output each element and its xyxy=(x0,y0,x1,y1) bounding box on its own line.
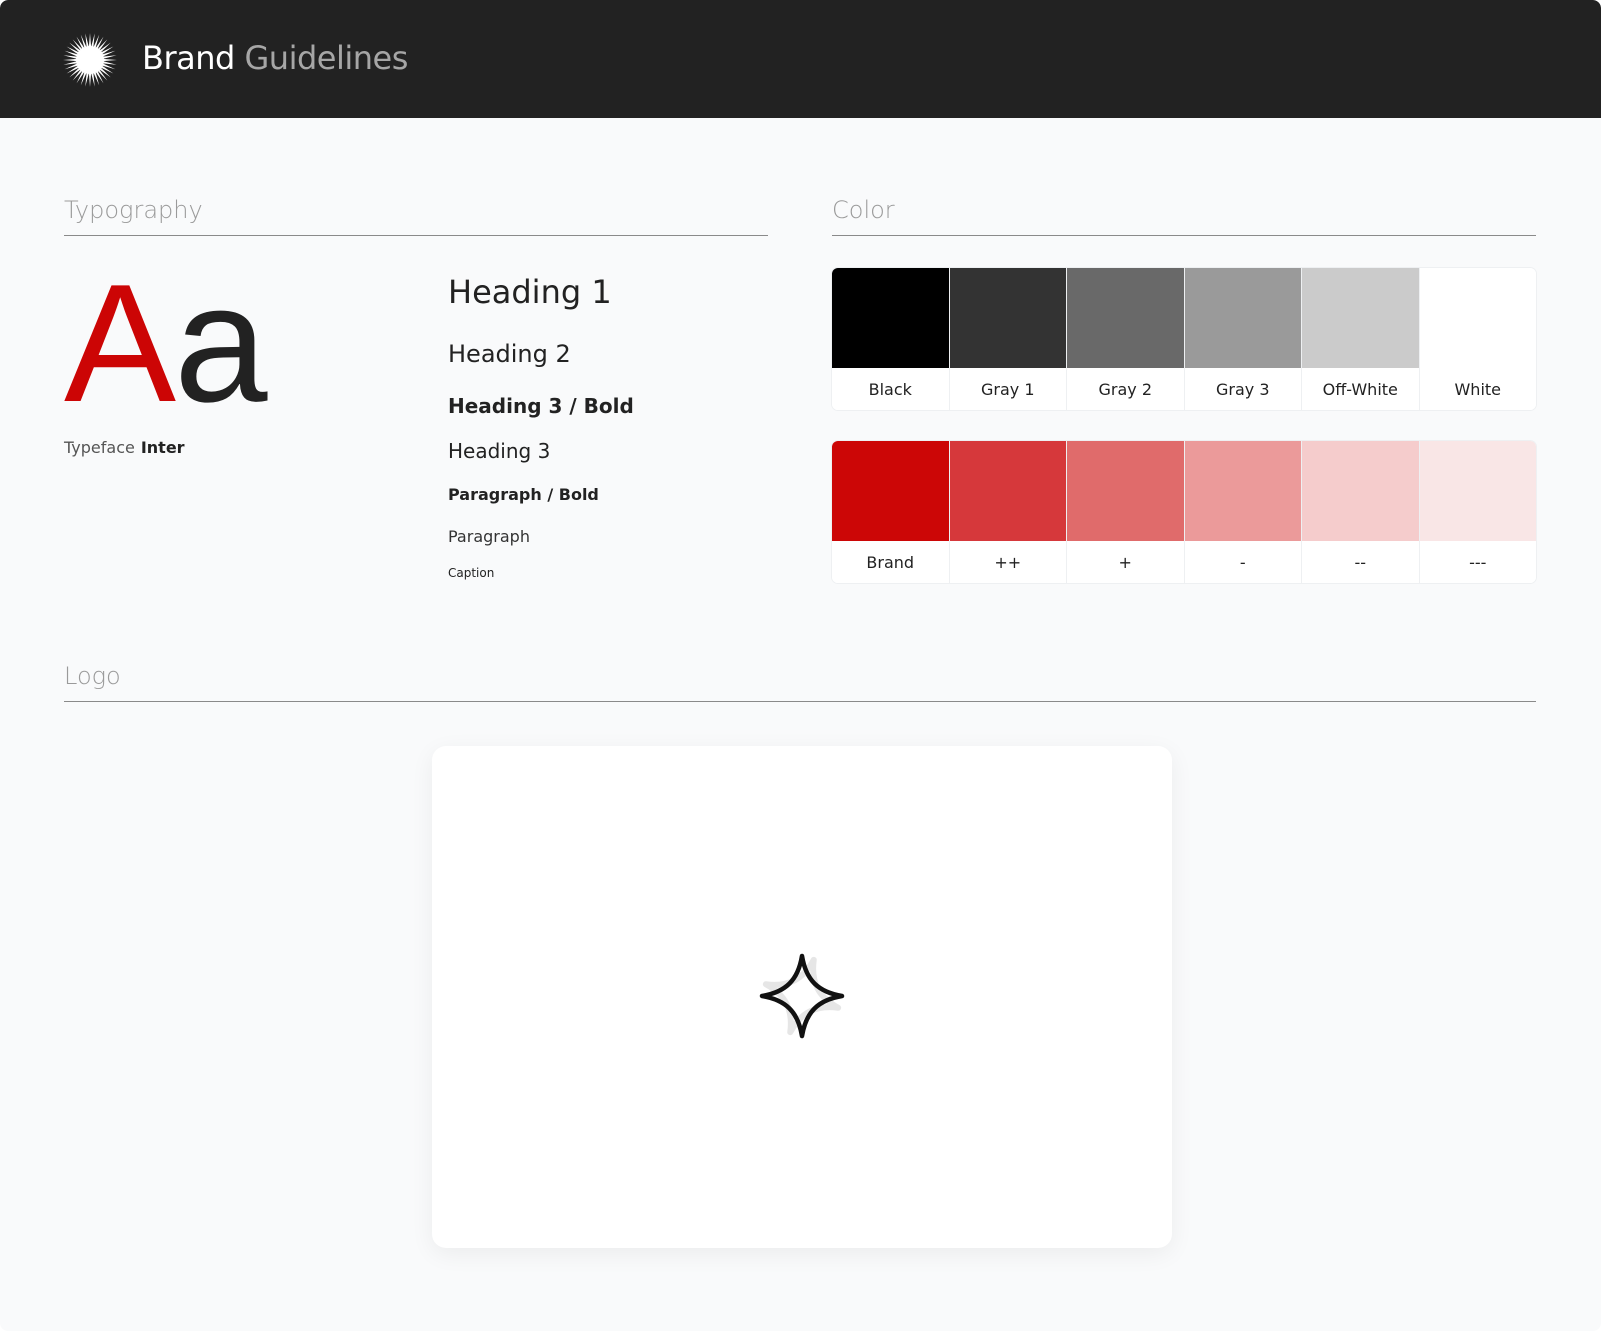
swatch-chip xyxy=(1419,268,1536,368)
paragraph-bold-sample: Paragraph / Bold xyxy=(448,485,599,504)
swatch-chip xyxy=(1184,441,1301,541)
swatch-black: Black xyxy=(832,268,950,410)
caption-sample: Caption xyxy=(448,566,495,580)
sparkle-outline-icon xyxy=(759,953,845,1039)
swatch-gray-1: Gray 1 xyxy=(949,268,1067,410)
typeface-label: Typeface xyxy=(64,438,135,457)
heading3-bold-sample: Heading 3 / Bold xyxy=(448,394,634,418)
heading1-sample: Heading 1 xyxy=(448,273,612,311)
swatch-brand-plus: + xyxy=(1067,441,1185,583)
typeface-name: Inter xyxy=(140,438,185,457)
header-bar: Brand Guidelines xyxy=(0,0,1601,118)
swatch-chip xyxy=(1184,268,1301,368)
typeface-specimen: Aa xyxy=(64,259,268,427)
swatch-chip xyxy=(832,268,949,368)
logo-card xyxy=(432,746,1172,1248)
paragraph-sample: Paragraph xyxy=(448,527,530,546)
color-section-title: Color xyxy=(832,196,895,224)
swatch-chip xyxy=(1302,441,1419,541)
starburst-icon xyxy=(63,33,117,87)
page-title-primary: Brand xyxy=(142,39,235,77)
swatch-chip xyxy=(1067,441,1184,541)
swatch-label: ++ xyxy=(949,541,1066,583)
swatch-label: Black xyxy=(832,368,949,410)
swatch-brand-minus: - xyxy=(1184,441,1302,583)
page-title: Brand Guidelines xyxy=(142,38,408,78)
typography-divider xyxy=(64,235,768,236)
swatch-label: Gray 3 xyxy=(1184,368,1301,410)
brand-guidelines-page: Brand Guidelines Typography Aa Typeface I… xyxy=(0,0,1601,1331)
swatch-label: White xyxy=(1419,368,1536,410)
heading3-sample: Heading 3 xyxy=(448,439,551,463)
typography-section-title: Typography xyxy=(64,196,203,224)
typeface-info: Typeface Inter xyxy=(64,438,185,458)
swatch-label: - xyxy=(1184,541,1301,583)
swatch-gray-2: Gray 2 xyxy=(1067,268,1185,410)
swatch-label: Gray 2 xyxy=(1067,368,1184,410)
specimen-lowercase: a xyxy=(174,249,267,437)
swatch-brand: Brand xyxy=(832,441,950,583)
starburst-core xyxy=(76,46,104,74)
swatch-gray-3: Gray 3 xyxy=(1184,268,1302,410)
neutral-palette: Black Gray 1 Gray 2 Gray 3 Off-White Whi… xyxy=(832,268,1536,410)
heading2-sample: Heading 2 xyxy=(448,340,571,368)
logo-section-title: Logo xyxy=(64,662,121,690)
swatch-chip xyxy=(949,441,1066,541)
swatch-chip xyxy=(1067,268,1184,368)
specimen-uppercase: A xyxy=(64,249,176,437)
swatch-label: --- xyxy=(1419,541,1536,583)
swatch-chip xyxy=(1302,268,1419,368)
page-title-secondary: Guidelines xyxy=(244,39,408,77)
swatch-label: Brand xyxy=(832,541,949,583)
swatch-label: -- xyxy=(1302,541,1419,583)
swatch-label: + xyxy=(1067,541,1184,583)
swatch-label: Off-White xyxy=(1302,368,1419,410)
swatch-chip xyxy=(949,268,1066,368)
color-divider xyxy=(832,235,1536,236)
swatch-chip xyxy=(1419,441,1536,541)
swatch-brand-minus-minus-minus: --- xyxy=(1419,441,1536,583)
swatch-chip xyxy=(832,441,949,541)
brand-palette: Brand ++ + - -- --- xyxy=(832,441,1536,583)
swatch-brand-plus-plus: ++ xyxy=(949,441,1067,583)
logo-divider xyxy=(64,701,1536,702)
swatch-brand-minus-minus: -- xyxy=(1302,441,1420,583)
swatch-white: White xyxy=(1419,268,1536,410)
swatch-off-white: Off-White xyxy=(1302,268,1420,410)
swatch-label: Gray 1 xyxy=(949,368,1066,410)
